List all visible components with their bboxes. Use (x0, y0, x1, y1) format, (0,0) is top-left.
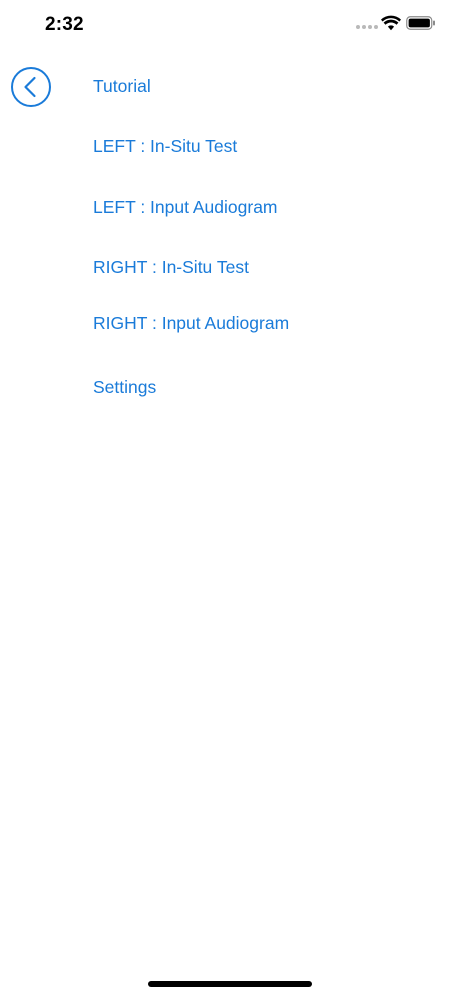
menu-item-tutorial[interactable]: Tutorial (93, 76, 151, 97)
back-button[interactable] (11, 67, 51, 107)
battery-icon (406, 16, 435, 30)
menu-item-right-in-situ-test[interactable]: RIGHT : In-Situ Test (93, 257, 249, 278)
chevron-left-icon (24, 76, 36, 98)
menu-item-right-input-audiogram[interactable]: RIGHT : Input Audiogram (93, 313, 289, 334)
signal-icon (356, 25, 378, 29)
menu-item-left-input-audiogram[interactable]: LEFT : Input Audiogram (93, 197, 278, 218)
menu-item-left-in-situ-test[interactable]: LEFT : In-Situ Test (93, 136, 237, 157)
status-bar: 2:32 (0, 0, 460, 50)
status-time: 2:32 (45, 14, 84, 35)
menu-item-settings[interactable]: Settings (93, 377, 156, 398)
home-indicator[interactable] (148, 981, 312, 987)
wifi-icon (381, 15, 401, 31)
